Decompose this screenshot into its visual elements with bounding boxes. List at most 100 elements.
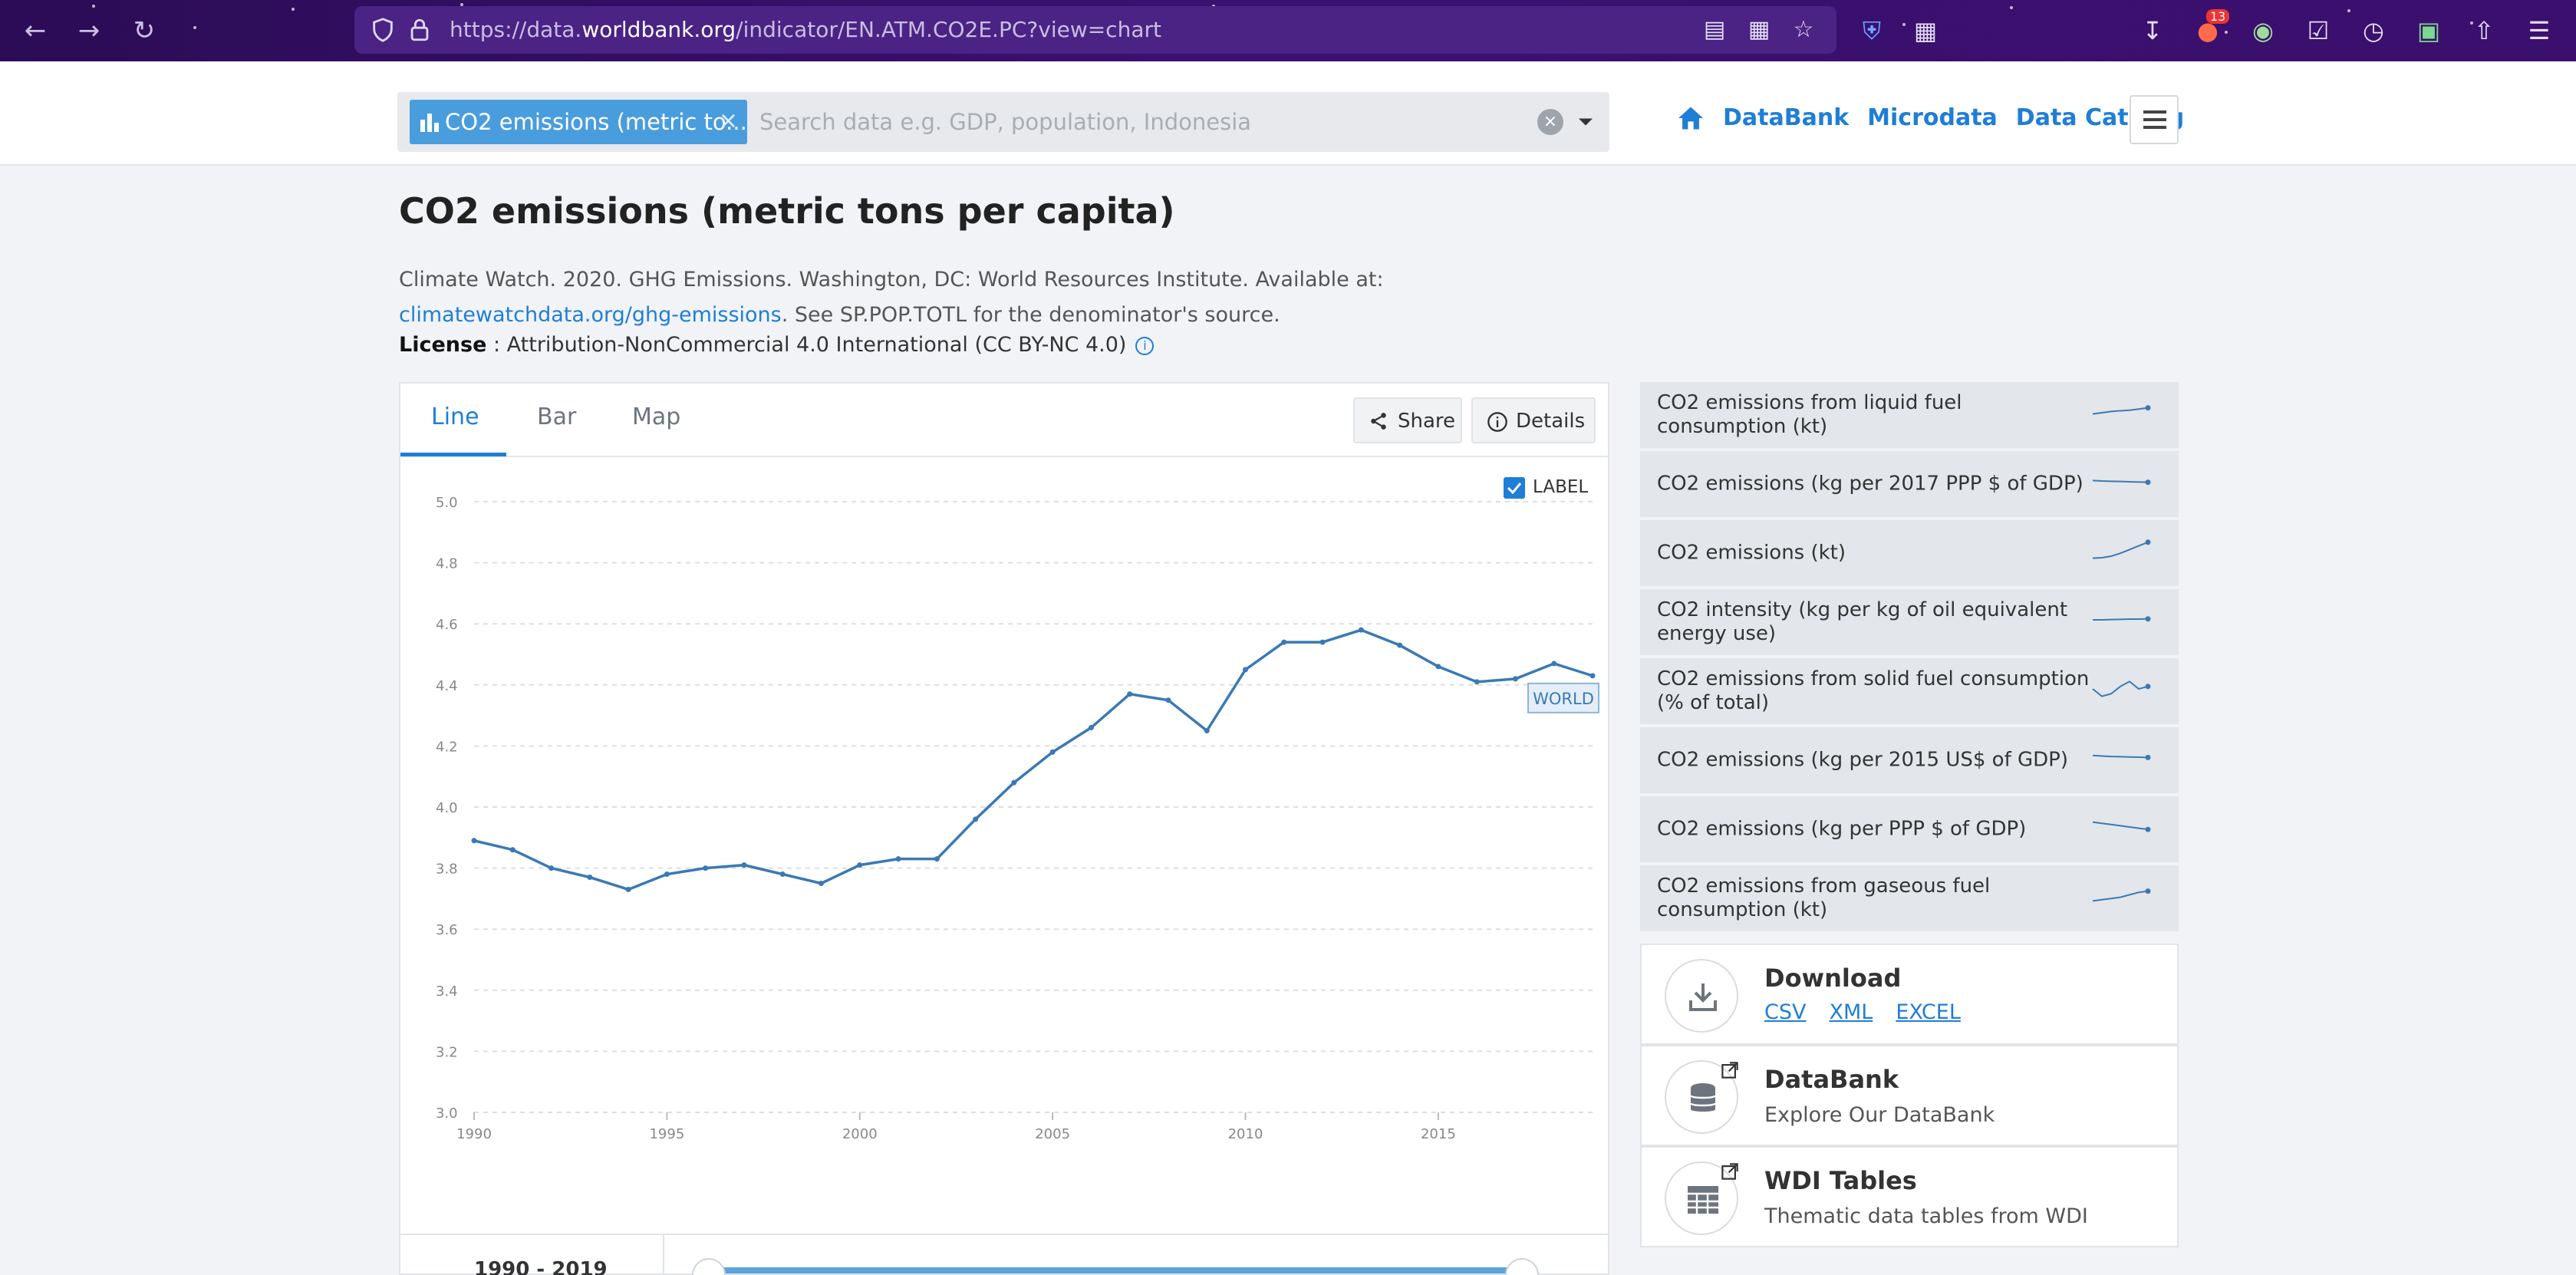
- external-link-icon: [1721, 1062, 1738, 1079]
- data-point: [1011, 779, 1017, 786]
- year-range-slider[interactable]: [709, 1267, 1522, 1273]
- extension-xm-icon[interactable]: ▣: [2412, 14, 2446, 48]
- tab-line[interactable]: Line: [431, 404, 479, 430]
- data-point: [548, 865, 555, 871]
- data-point: [625, 886, 631, 892]
- wdi-subtitle: Thematic data tables from WDI: [1764, 1204, 2088, 1228]
- sparkline-path: [2093, 618, 2149, 621]
- info-icon[interactable]: i: [1135, 337, 1155, 355]
- data-point: [1474, 679, 1480, 685]
- search-input[interactable]: [759, 100, 1511, 144]
- tracking-shield-icon[interactable]: [370, 17, 396, 43]
- tab-bar[interactable]: Bar: [537, 404, 576, 430]
- range-start-handle[interactable]: [692, 1258, 726, 1275]
- external-link-icon: [1721, 1163, 1738, 1180]
- download-title: Download: [1764, 964, 1902, 993]
- wdi-tables-card[interactable]: WDI Tables Thematic data tables from WDI: [1640, 1146, 2179, 1247]
- data-point: [664, 871, 670, 878]
- sparkline-path: [2092, 821, 2149, 831]
- license-value: Attribution-NonCommercial 4.0 Internatio…: [506, 333, 1127, 357]
- reader-view-icon[interactable]: ▤: [1700, 15, 1729, 44]
- data-point: [1088, 725, 1094, 731]
- qr-code-icon[interactable]: ▦: [1744, 15, 1774, 44]
- page-title: CO2 emissions (metric tons per capita): [399, 190, 1175, 232]
- source-link[interactable]: climatewatchdata.org/ghg-emissions: [399, 303, 782, 327]
- lock-icon[interactable]: [407, 17, 433, 43]
- hamburger-menu-button[interactable]: [2130, 95, 2179, 144]
- address-bar[interactable]: https://data.worldbank.org/indicator/EN.…: [354, 6, 1836, 54]
- download-xml-link[interactable]: XML: [1829, 1000, 1873, 1024]
- data-point: [1204, 728, 1210, 733]
- databank-card[interactable]: DataBank Explore Our DataBank: [1640, 1045, 2179, 1146]
- x-tick-label: 1990: [456, 1126, 492, 1142]
- download-csv-link[interactable]: CSV: [1764, 1000, 1806, 1024]
- url-text[interactable]: https://data.worldbank.org/indicator/EN.…: [450, 17, 1161, 42]
- data-point: [1551, 661, 1557, 667]
- browser-toolbar: ← → ↻ https://data.worldbank.org/indicat…: [0, 0, 2576, 61]
- y-tick-label: 4.4: [436, 678, 458, 694]
- related-item[interactable]: CO2 emissions (kt): [1640, 520, 2179, 586]
- share-icon: [1371, 413, 1386, 430]
- related-item[interactable]: CO2 emissions (kg per 2017 PPP $ of GDP): [1640, 451, 2179, 517]
- download-icon-circle[interactable]: [1665, 959, 1738, 1033]
- data-point: [1165, 697, 1171, 703]
- chip-remove-icon[interactable]: ×: [719, 107, 738, 134]
- related-item[interactable]: CO2 emissions from solid fuel consumptio…: [1640, 658, 2179, 724]
- data-point: [741, 862, 747, 868]
- related-item[interactable]: CO2 emissions (kg per PPP $ of GDP): [1640, 796, 2179, 862]
- clear-search-icon[interactable]: ×: [1537, 109, 1563, 135]
- chevron-down-icon[interactable]: [1574, 110, 1597, 133]
- chart-panel: Line Bar Map Share Details LABEL 3.0 3.2…: [399, 382, 1609, 1275]
- sparkline: [2092, 405, 2151, 415]
- home-icon[interactable]: [1677, 106, 1705, 130]
- extension-clock-icon[interactable]: ◷: [2357, 14, 2390, 48]
- extension-check-icon[interactable]: ☑: [2301, 14, 2335, 48]
- wdi-title: WDI Tables: [1764, 1166, 1917, 1195]
- related-item[interactable]: CO2 emissions from liquid fuel consumpti…: [1640, 382, 2179, 448]
- notification-badge: 13: [2206, 9, 2230, 24]
- download-excel-link[interactable]: EXCEL: [1896, 1000, 1961, 1024]
- x-tick-label: 2000: [842, 1126, 878, 1142]
- database-icon: [1689, 1083, 1717, 1112]
- sparkline-endpoint: [2145, 684, 2151, 690]
- app-menu-icon[interactable]: ☰: [2522, 14, 2556, 48]
- data-point: [818, 881, 824, 886]
- bitwarden-icon[interactable]: ⛨: [1855, 14, 1889, 48]
- sparkline-endpoint: [2145, 539, 2151, 545]
- data-point: [1435, 664, 1441, 670]
- y-tick-label: 3.8: [436, 862, 458, 878]
- active-tab-indicator: [400, 453, 506, 456]
- tab-map[interactable]: Map: [632, 404, 680, 430]
- extension-globe-icon[interactable]: ◉: [2246, 14, 2280, 48]
- downloads-icon[interactable]: ↧: [2136, 14, 2169, 48]
- nav-databank[interactable]: DataBank: [1723, 104, 1849, 131]
- extensions-grid-icon[interactable]: ▦: [1909, 14, 1942, 48]
- range-end-handle[interactable]: [1505, 1258, 1539, 1275]
- search-chip[interactable]: CO2 emissions (metric to... ×: [410, 100, 747, 144]
- share-button[interactable]: Share: [1353, 397, 1462, 443]
- back-button[interactable]: ←: [20, 15, 51, 46]
- download-icon: [1689, 983, 1717, 1011]
- site-header: CO2 emissions (metric to... × × DataBank…: [0, 61, 2576, 166]
- y-tick-label: 5.0: [436, 495, 458, 511]
- forward-button[interactable]: →: [74, 15, 104, 46]
- y-tick-label: 4.0: [436, 800, 458, 816]
- search-box[interactable]: CO2 emissions (metric to... × ×: [397, 92, 1609, 152]
- y-tick-label: 3.2: [436, 1044, 458, 1060]
- related-item[interactable]: CO2 emissions (kg per 2015 US$ of GDP): [1640, 727, 2179, 793]
- data-point: [1243, 667, 1249, 673]
- reload-button[interactable]: ↻: [129, 15, 160, 46]
- source-citation: Climate Watch. 2020. GHG Emissions. Wash…: [399, 268, 1384, 327]
- bookmark-star-icon[interactable]: ☆: [1789, 15, 1818, 44]
- download-card: Download CSV XML EXCEL: [1640, 944, 2179, 1045]
- download-links: CSV XML EXCEL: [1764, 1000, 1961, 1024]
- sparkline: [2092, 680, 2151, 697]
- related-item[interactable]: CO2 emissions from gaseous fuel consumpt…: [1640, 865, 2179, 931]
- sparkline-path: [2092, 680, 2149, 697]
- details-button[interactable]: Details: [1471, 397, 1596, 443]
- related-item[interactable]: CO2 intensity (kg per kg of oil equivale…: [1640, 589, 2179, 655]
- sparkline-endpoint: [2145, 616, 2151, 622]
- nav-microdata[interactable]: Microdata: [1867, 104, 1998, 131]
- share-icon[interactable]: ⇧: [2467, 14, 2501, 48]
- sparkline-endpoint: [2145, 405, 2151, 411]
